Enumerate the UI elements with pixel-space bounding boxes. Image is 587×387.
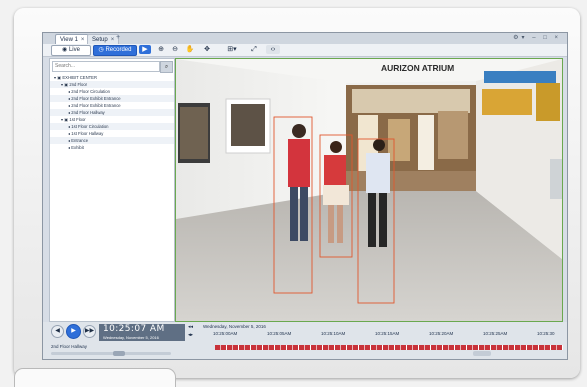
close-icon[interactable]: × [111, 37, 115, 43]
tree-folder[interactable]: ▾ ▣ 1st Floor [61, 116, 86, 123]
zoom-out-icon[interactable]: ⊖ [170, 45, 180, 54]
tree-item-label: Entrance [71, 138, 89, 143]
eye-icon: ◉ [62, 47, 68, 53]
toolbar: ◉ Live ◷ Recorded ▶ ⊕ ⊖ ✋ ✥ ⊞▾ ⤢ ‹› [43, 44, 567, 57]
zoom-in-icon[interactable]: ⊕ [156, 45, 166, 54]
pan-hand-icon[interactable]: ✋ [185, 45, 195, 54]
pointer-tool-icon[interactable]: ▶ [139, 45, 151, 54]
forward-button[interactable]: ▶▶ [83, 325, 96, 338]
export-icon[interactable]: ‹› [266, 45, 280, 54]
tree-item-label: 1st Floor Hallway [71, 131, 104, 136]
recorded-button[interactable]: ◷ Recorded [93, 45, 137, 56]
playback-controls: ◀ ▶ ▶▶ 10:25:07 AM Wednesday, November 5… [43, 322, 567, 359]
current-time: 10:25:07 AM [103, 324, 165, 334]
timeline-tick-label: 10:25:25AM [483, 331, 508, 336]
timeline-date: Wednesday, November 5, 2016 [203, 324, 266, 329]
timeline-tick-label: 10:25:00AM [213, 331, 238, 336]
close-icon[interactable]: × [81, 37, 85, 43]
camera-item[interactable]: ◂ 2nd Floor Exhibit Entrance [68, 95, 121, 102]
camera-tree-panel: Search... ⌕ ▾ ▣ EXHIBIT CENTER ▾ ▣ 2nd Fl… [49, 58, 175, 322]
timeline-tick-label: 10:25:15AM [375, 331, 400, 336]
add-tab-icon[interactable]: + [116, 34, 120, 41]
tree-item-label: 2nd Floor [69, 82, 88, 87]
timeline-prev-button[interactable]: ◂◂ [188, 324, 193, 330]
camera-item[interactable]: ◂ 1st Floor Hallway [68, 130, 103, 137]
camera-item[interactable]: ◂ 1st Floor Circulation [68, 123, 109, 130]
camera-item[interactable]: ◂ Exhibit [68, 144, 84, 151]
camera-video-feed[interactable]: AURIZON ATRIUM [175, 58, 563, 322]
title-bar: View 1 × Setup × + ⚙▾ – □ × [43, 33, 567, 45]
sign-text: AURIZON ATRIUM [381, 63, 454, 73]
tree-item-label: EXHIBIT CENTER [62, 75, 97, 80]
app-window: View 1 × Setup × + ⚙▾ – □ × ◉ Live ◷ Recor… [42, 32, 568, 360]
tree-item-label: Exhibit [71, 145, 84, 150]
camera-label: 2nd Floor Hallway [51, 344, 88, 349]
device-tab [14, 368, 176, 387]
timeline-zoom-handle[interactable] [473, 351, 491, 356]
timeline-next-button[interactable]: ◂▸ [188, 332, 193, 338]
move-icon[interactable]: ✥ [202, 45, 212, 54]
camera-item[interactable]: ◂ 2nd Floor Circulation [68, 88, 110, 95]
layout-icon[interactable]: ⊞▾ [223, 45, 241, 54]
tree-item-label: 2nd Floor Exhibit Entrance [71, 96, 121, 101]
timeline-tick-label: 10:25:30 [537, 331, 555, 336]
tree-item-label: 1st Floor Circulation [71, 124, 109, 129]
timeline-scrollbar[interactable] [51, 352, 171, 355]
time-display: 10:25:07 AM Wednesday, November 5, 2016 [99, 324, 185, 341]
live-label: Live [68, 47, 80, 53]
recorded-label: Recorded [105, 47, 132, 53]
recording-timeline[interactable] [215, 345, 563, 350]
window-controls[interactable]: ⚙▾ – □ × [513, 34, 561, 41]
search-icon[interactable]: ⌕ [160, 61, 173, 73]
video-frame: AURIZON ATRIUM [176, 59, 562, 321]
tree-item-label: 2nd Floor Exhibit Entrance [71, 103, 121, 108]
camera-item[interactable]: ◂ Entrance [68, 137, 88, 144]
tab-label: Setup [92, 37, 108, 43]
timeline-scroll-thumb[interactable] [113, 351, 125, 356]
tree-folder[interactable]: ▾ ▣ 2nd Floor [61, 81, 87, 88]
tree-item-label: 2nd Floor Circulation [71, 89, 110, 94]
tree-item-label: 1st Floor [69, 117, 86, 122]
clock-icon: ◷ [98, 47, 104, 53]
tree-folder[interactable]: ▾ ▣ EXHIBIT CENTER [54, 74, 97, 81]
search-input[interactable]: Search... [52, 61, 160, 72]
tree-item-label: 2nd Floor Hallway [71, 110, 105, 115]
play-button[interactable]: ▶ [66, 324, 81, 339]
live-button[interactable]: ◉ Live [51, 45, 91, 56]
timeline-tick-label: 10:25:20AM [429, 331, 454, 336]
current-date: Wednesday, November 5, 2016 [103, 335, 159, 340]
timeline-tick-label: 10:25:10AM [321, 331, 346, 336]
timeline-tick-label: 10:25:05AM [267, 331, 292, 336]
rewind-button[interactable]: ◀ [51, 325, 64, 338]
tab-label: View 1 [60, 37, 78, 43]
camera-item[interactable]: ◂ 2nd Floor Exhibit Entrance [68, 102, 121, 109]
camera-item[interactable]: ◂ 2nd Floor Hallway [68, 109, 105, 116]
fullscreen-icon[interactable]: ⤢ [249, 45, 259, 54]
